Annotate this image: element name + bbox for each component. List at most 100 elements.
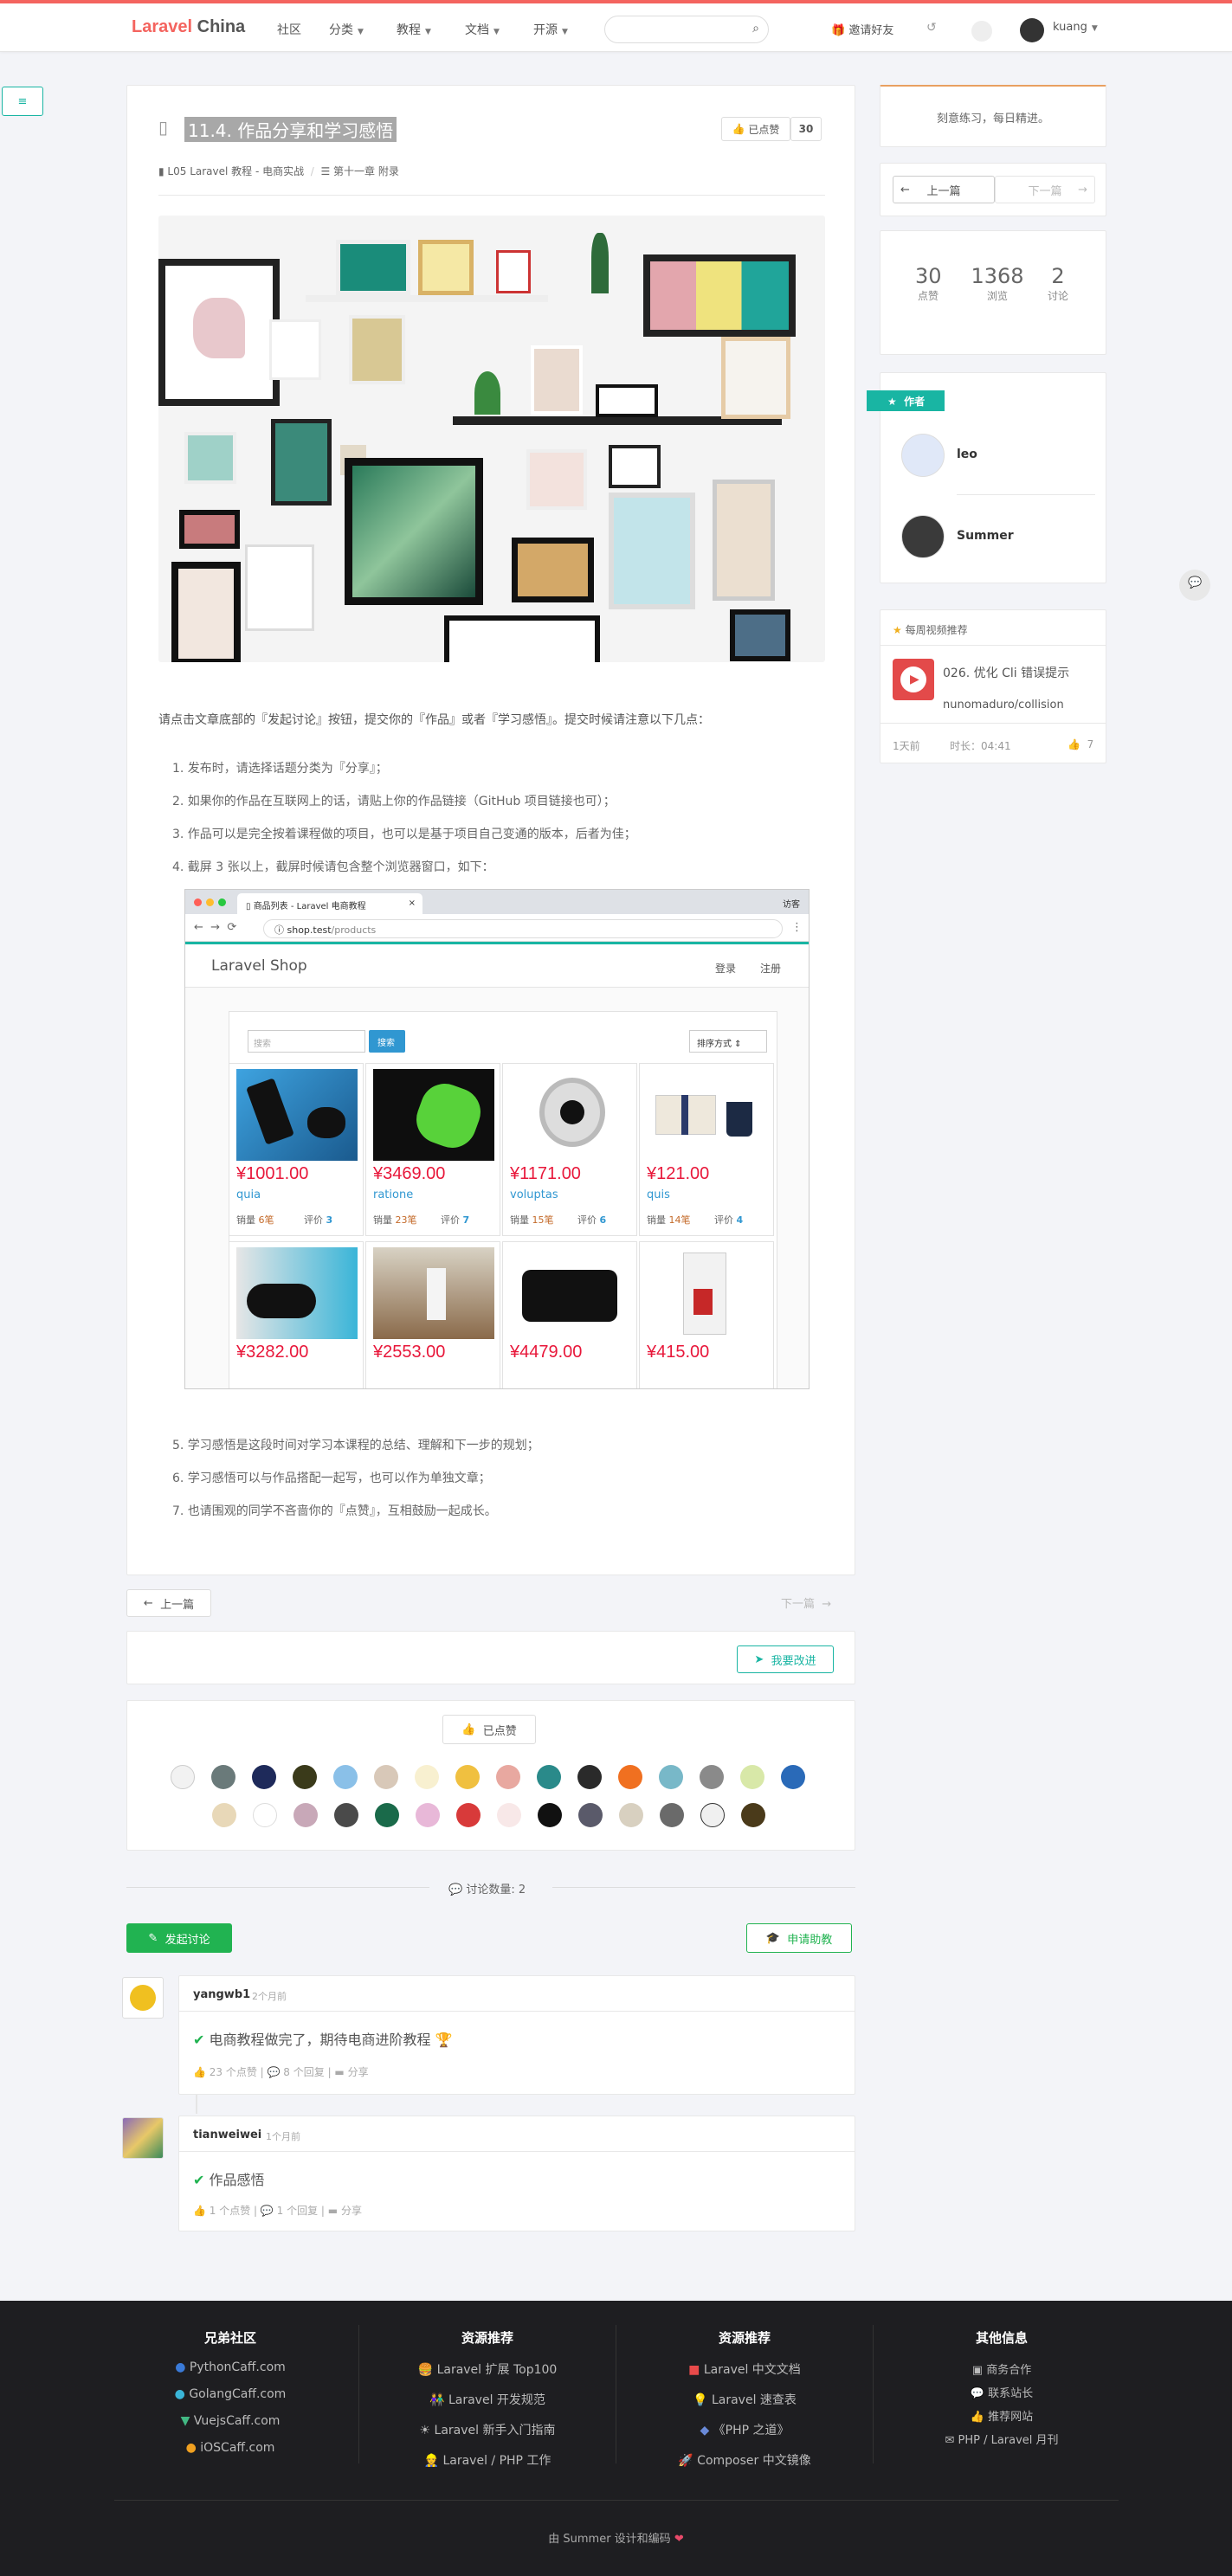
folder-icon: ▬ — [327, 2205, 341, 2217]
avatar[interactable] — [293, 1803, 318, 1827]
avatar[interactable] — [252, 1765, 276, 1789]
avatar[interactable] — [374, 1765, 398, 1789]
avatar[interactable] — [660, 1803, 684, 1827]
footer-link[interactable]: 👫 Laravel 开发规范 — [359, 2391, 616, 2408]
nav-opensource[interactable]: 开源 ▼ — [533, 21, 568, 38]
nav-category[interactable]: 分类 ▼ — [329, 21, 364, 38]
nav-docs[interactable]: 文档 ▼ — [465, 21, 500, 38]
avatar[interactable] — [538, 1803, 562, 1827]
chat-icon[interactable]: 💬 — [1179, 570, 1210, 601]
user-menu[interactable]: kuang ▼ — [1053, 21, 1098, 34]
reply-user[interactable]: yangwb1 — [193, 1988, 250, 2001]
footer-link[interactable]: ✉ PHP / Laravel 月刊 — [874, 2431, 1130, 2447]
footer-link[interactable]: ▣ 商务合作 — [874, 2360, 1130, 2377]
video-title[interactable]: 026. 优化 Cli 错误提示 — [943, 664, 1069, 681]
avatar[interactable] — [901, 434, 945, 477]
avatar[interactable] — [375, 1803, 399, 1827]
avatar[interactable] — [577, 1765, 602, 1789]
footer-link[interactable]: 👷 Laravel / PHP 工作 — [359, 2451, 616, 2469]
stat-likes: 30 点赞 — [915, 264, 942, 302]
avatar[interactable] — [497, 1803, 521, 1827]
liked-button[interactable]: 👍 已点赞 — [442, 1715, 536, 1744]
list-item: 2. 如果你的作品在互联网上的话，请贴上你的作品链接（GitHub 项目链接也可… — [172, 795, 616, 808]
breadcrumb-book[interactable]: L05 Laravel 教程 - 电商实战 — [167, 165, 304, 177]
avatar[interactable] — [334, 1803, 358, 1827]
avatar[interactable] — [1020, 18, 1044, 42]
product-card: ¥121.00 quis 销量 14笔 评价 4 — [639, 1063, 774, 1236]
avatar[interactable] — [415, 1765, 439, 1789]
avatar[interactable] — [416, 1803, 440, 1827]
footer-link[interactable]: 🚀 Composer 中文镜像 — [616, 2451, 873, 2469]
avatar[interactable] — [618, 1765, 642, 1789]
footer-link[interactable]: ▼ VuejsCaff.com — [102, 2414, 358, 2428]
avatar[interactable] — [740, 1765, 764, 1789]
footer-link[interactable]: ◆ 《PHP 之道》 — [616, 2421, 873, 2438]
page-title: 11.4. 作品分享和学习感悟 — [184, 117, 397, 142]
author-name[interactable]: leo — [957, 448, 977, 461]
apply-assistant-button[interactable]: 🎓 申请助教 — [746, 1923, 852, 1953]
nav-tutorial[interactable]: 教程 ▼ — [397, 21, 431, 38]
author-name[interactable]: Summer — [957, 529, 1014, 543]
avatar[interactable] — [741, 1803, 765, 1827]
footer-link[interactable]: ● GolangCaff.com — [102, 2387, 358, 2401]
avatar[interactable] — [253, 1803, 277, 1827]
invite-link[interactable]: 🎁 邀请好友 — [831, 21, 893, 37]
improve-card: ➤ 我要改进 — [126, 1631, 855, 1684]
arrow-left-icon: ← — [143, 1596, 161, 1610]
avatar[interactable] — [901, 515, 945, 558]
footer-link[interactable]: ● iOSCaff.com — [102, 2441, 358, 2455]
improve-button[interactable]: ➤ 我要改进 — [737, 1645, 834, 1673]
avatar[interactable] — [211, 1765, 235, 1789]
sidebar-next-button[interactable]: 下一篇 → — [995, 176, 1095, 203]
thumbs-up-icon: 👍 — [732, 123, 749, 135]
avatar[interactable] — [293, 1765, 317, 1789]
page-icon: ▯ — [246, 902, 254, 911]
video-meta-divider — [880, 723, 1106, 724]
avatar[interactable] — [619, 1803, 643, 1827]
footer-link[interactable]: 🍔 Laravel 扩展 Top100 — [359, 2360, 616, 2378]
avatar[interactable] — [659, 1765, 683, 1789]
footer-link[interactable]: 💡 Laravel 速查表 — [616, 2391, 873, 2408]
sidebar-prev-button[interactable]: ← 上一篇 — [893, 176, 995, 203]
reply-title[interactable]: ✔ 作品感悟 — [193, 2168, 265, 2189]
browser-profile: 访客 — [783, 900, 800, 910]
reply-user[interactable]: tianweiwei — [193, 2128, 261, 2141]
avatar[interactable] — [171, 1765, 195, 1789]
footer-link[interactable]: 💬 联系站长 — [874, 2384, 1130, 2400]
like-button[interactable]: 👍 已点赞 — [721, 117, 790, 141]
chevron-down-icon: ▼ — [493, 28, 500, 36]
avatar[interactable] — [781, 1765, 805, 1789]
notification-badge[interactable] — [971, 21, 992, 42]
video-thumbnail[interactable]: ▶ — [893, 659, 934, 700]
video-package[interactable]: nunomaduro/collision — [943, 699, 1064, 712]
list-item: 4. 截屏 3 张以上，截屏时候请包含整个浏览器窗口，如下： — [172, 860, 494, 874]
next-page-button[interactable]: 下一篇 → — [781, 1594, 831, 1611]
avatar[interactable] — [537, 1765, 561, 1789]
history-icon[interactable]: ↺ — [926, 21, 937, 35]
brand-logo[interactable]: Laravel China — [132, 17, 245, 37]
avatar[interactable] — [455, 1765, 480, 1789]
avatar[interactable] — [456, 1803, 481, 1827]
avatar[interactable] — [700, 1765, 724, 1789]
reply-avatar[interactable] — [122, 2117, 164, 2159]
footer-link[interactable]: ☀ Laravel 新手入门指南 — [359, 2421, 616, 2438]
footer-link[interactable]: ■ Laravel 中文文档 — [616, 2360, 873, 2378]
avatar[interactable] — [496, 1765, 520, 1789]
avatar[interactable] — [700, 1803, 725, 1827]
reply-title[interactable]: ✔ 电商教程做完了，期待电商进阶教程 🏆 — [193, 2028, 453, 2049]
footer-link[interactable]: ● PythonCaff.com — [102, 2360, 358, 2374]
search-input[interactable]: ⌕ — [604, 16, 769, 43]
reply-avatar[interactable] — [122, 1977, 164, 2019]
avatar[interactable] — [333, 1765, 358, 1789]
avatar[interactable] — [212, 1803, 236, 1827]
chevron-down-icon: ▼ — [562, 28, 568, 36]
breadcrumb-chapter[interactable]: 第十一章 附录 — [333, 165, 399, 177]
start-discussion-button[interactable]: ✎ 发起讨论 — [126, 1923, 232, 1953]
avatar[interactable] — [578, 1803, 603, 1827]
hero-image — [158, 216, 825, 662]
prev-page-button[interactable]: ← 上一篇 — [126, 1589, 211, 1617]
graduation-cap-icon: 🎓 — [765, 1931, 788, 1945]
toc-toggle-button[interactable]: ≡ — [2, 87, 43, 116]
footer-link[interactable]: 👍 推荐网站 — [874, 2407, 1130, 2424]
nav-community[interactable]: 社区 — [277, 21, 301, 38]
